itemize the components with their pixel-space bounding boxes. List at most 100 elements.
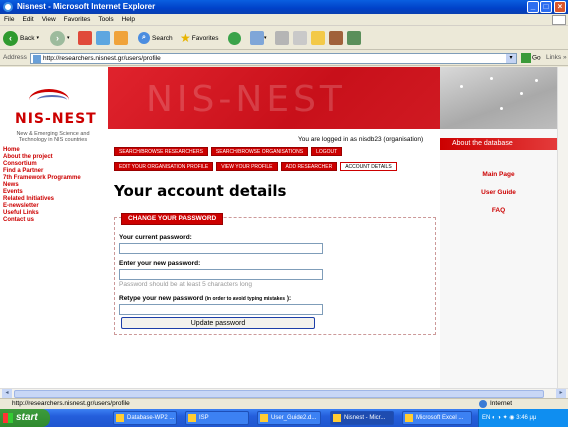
logout-button[interactable]: Logout	[311, 147, 343, 156]
address-bar: Address http://researchers.nisnest.gr/us…	[0, 51, 568, 66]
retype-note: (in order to avoid typing mistakes	[204, 296, 285, 302]
search-button[interactable]: ⌕ Search	[138, 29, 173, 47]
close-button[interactable]: ×	[554, 1, 566, 13]
system-tray: EN ◐ ◑ ✦ ◉ 3:46 μμ	[478, 409, 568, 427]
back-button[interactable]: ‹ Back ▾	[3, 29, 39, 47]
update-password-button[interactable]: Update password	[121, 317, 315, 329]
user-guide-link[interactable]: User Guide	[440, 189, 557, 196]
favorites-label: Favorites	[191, 34, 219, 42]
menu-tools[interactable]: Tools	[94, 14, 117, 26]
new-password-input[interactable]	[119, 269, 323, 280]
scroll-thumb[interactable]	[14, 390, 544, 398]
ie-icon	[3, 2, 13, 12]
nav-framework[interactable]: 7th Framework Programme	[3, 175, 81, 182]
search-icon: ⌕	[138, 32, 150, 44]
folder-icon	[188, 414, 196, 422]
window-title: Nisnest - Microsoft Internet Explorer	[17, 2, 156, 11]
main-page-link[interactable]: Main Page	[440, 171, 557, 178]
nav-contact[interactable]: Contact us	[3, 217, 81, 224]
current-password-label: Your current password:	[119, 234, 192, 241]
new-password-label: Enter your new password:	[119, 260, 201, 267]
nav-events[interactable]: Events	[3, 189, 81, 196]
retype-password-input[interactable]	[119, 304, 323, 315]
ie-icon	[333, 414, 341, 422]
site-logo[interactable]: NIS-NEST New & Emerging Science and Tech…	[7, 85, 97, 155]
nav-row-1: Search/Browse Researchers Search/Browse …	[114, 147, 343, 156]
about-database-link[interactable]: About the database	[440, 138, 557, 150]
scroll-left-icon[interactable]: ◂	[2, 389, 12, 398]
search-organisations-button[interactable]: Search/Browse Organisations	[210, 147, 309, 156]
nav-about[interactable]: About the project	[3, 154, 81, 161]
page-viewport: NIS-NEST New & Emerging Science and Tech…	[0, 67, 557, 388]
retype-tail: ):	[286, 295, 292, 302]
history-button[interactable]	[228, 29, 241, 47]
print-button[interactable]	[275, 29, 289, 47]
address-input[interactable]: http://researchers.nisnest.gr/users/prof…	[30, 53, 517, 64]
account-details-button[interactable]: Account details	[340, 162, 397, 171]
taskbar: start Database-WP2 ... ISP User_Guide2.d…	[0, 409, 568, 427]
language-indicator[interactable]: EN	[482, 415, 490, 421]
word-icon	[116, 414, 124, 422]
horizontal-scrollbar[interactable]: ◂ ▸	[0, 388, 568, 398]
status-zone: Internet	[490, 400, 513, 407]
menu-edit[interactable]: Edit	[18, 14, 37, 26]
links-button[interactable]: Links »	[546, 54, 567, 61]
menu-view[interactable]: View	[38, 14, 60, 26]
task-label: Nisnest - Micr...	[344, 415, 386, 421]
forward-button[interactable]: › ▾	[50, 29, 70, 47]
nav-find-partner[interactable]: Find a Partner	[3, 168, 81, 175]
faq-link[interactable]: FAQ	[440, 207, 557, 214]
scroll-right-icon[interactable]: ▸	[556, 389, 566, 398]
maximize-button[interactable]: □	[540, 1, 552, 13]
mail-button[interactable]: ▾	[250, 29, 267, 47]
folder-button[interactable]	[311, 29, 325, 47]
logo-swirl-blue	[37, 95, 67, 105]
page-title: Your account details	[114, 182, 287, 200]
search-researchers-button[interactable]: Search/Browse Researchers	[114, 147, 208, 156]
address-dropdown-icon[interactable]: ▾	[506, 54, 516, 63]
change-password-tab[interactable]: CHANGE YOUR PASSWORD	[121, 213, 224, 225]
favorites-button[interactable]: ★ Favorites	[180, 29, 219, 47]
logged-in-status: You are logged in as nisdb23 (organisati…	[298, 136, 424, 143]
task-database[interactable]: Database-WP2 ...	[113, 411, 177, 425]
nav-related[interactable]: Related Initiatives	[3, 196, 81, 203]
start-button[interactable]: start	[0, 409, 50, 427]
links-label: Links	[546, 54, 562, 61]
forward-arrow-icon: ›	[50, 30, 65, 46]
vertical-scrollbar[interactable]	[557, 67, 568, 388]
word-icon	[260, 414, 268, 422]
edit-profile-button[interactable]: Edit your organisation profile	[114, 162, 214, 171]
menu-favorites[interactable]: Favorites	[60, 14, 95, 26]
messenger-button[interactable]	[347, 29, 361, 47]
password-hint: Password should be at least 5 characters…	[119, 281, 252, 288]
edit-button[interactable]	[293, 29, 307, 47]
go-button[interactable]: Go	[521, 53, 541, 63]
research-button[interactable]	[329, 29, 343, 47]
nav-home[interactable]: Home	[3, 147, 81, 154]
nav-news[interactable]: News	[3, 182, 81, 189]
view-profile-button[interactable]: View your profile	[216, 162, 278, 171]
nav-useful-links[interactable]: Useful Links	[3, 210, 81, 217]
add-researcher-button[interactable]: Add researcher	[280, 162, 338, 171]
home-button[interactable]	[114, 29, 128, 47]
back-label: Back	[20, 34, 35, 42]
task-user-guide[interactable]: User_Guide2.d...	[257, 411, 321, 425]
refresh-button[interactable]	[96, 29, 110, 47]
current-password-input[interactable]	[119, 243, 323, 254]
edit-icon	[293, 31, 307, 45]
minimize-button[interactable]: _	[527, 1, 539, 13]
menu-file[interactable]: File	[0, 14, 18, 26]
stop-button[interactable]	[78, 29, 92, 47]
task-isp[interactable]: ISP	[185, 411, 249, 425]
nav-consortium[interactable]: Consortium	[3, 161, 81, 168]
go-label: Go	[532, 54, 541, 62]
task-excel[interactable]: Microsoft Excel ...	[402, 411, 472, 425]
home-icon	[114, 31, 128, 45]
page-icon	[33, 55, 41, 63]
logo-text: NIS-NEST	[15, 111, 97, 127]
go-arrow-icon	[521, 53, 531, 63]
nav-enewsletter[interactable]: E-newsletter	[3, 203, 81, 210]
menu-help[interactable]: Help	[118, 14, 139, 26]
search-label: Search	[152, 34, 173, 42]
task-nisnest[interactable]: Nisnest - Micr...	[330, 411, 394, 425]
